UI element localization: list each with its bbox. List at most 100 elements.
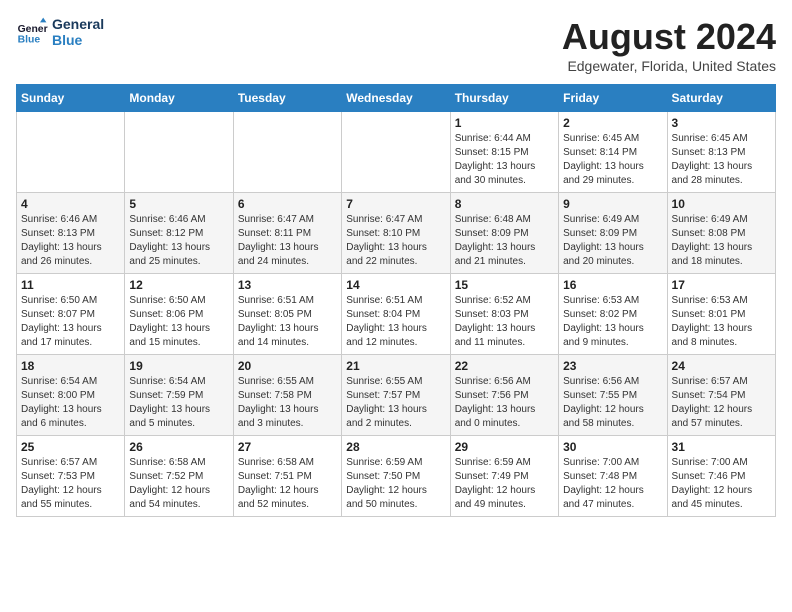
day-info: Sunrise: 6:49 AM Sunset: 8:08 PM Dayligh… [672, 213, 771, 269]
day-number: 19 [129, 359, 228, 373]
calendar-cell: 1 Sunrise: 6:44 AM Sunset: 8:15 PM Daylig… [450, 112, 558, 193]
calendar-cell [17, 112, 125, 193]
day-number: 14 [346, 278, 445, 292]
day-number: 11 [21, 278, 120, 292]
calendar-cell: 2Sunrise: 6:45 AM Sunset: 8:14 PM Daylig… [559, 112, 667, 193]
location: Edgewater, Florida, United States [562, 58, 776, 74]
calendar-cell: 5 Sunrise: 6:46 AM Sunset: 8:12 PM Daylig… [125, 193, 233, 274]
calendar-cell: 26 Sunrise: 6:58 AM Sunset: 7:52 PM Dayli… [125, 436, 233, 517]
weekday-header: Tuesday [233, 85, 341, 112]
day-number: 1 [455, 116, 554, 130]
day-info: Sunrise: 6:58 AM Sunset: 7:52 PM Dayligh… [129, 456, 228, 512]
weekday-header: Saturday [667, 85, 775, 112]
day-number: 9 [563, 197, 662, 211]
day-number: 25 [21, 440, 120, 454]
calendar-cell: 4Sunrise: 6:46 AM Sunset: 8:13 PM Daylig… [17, 193, 125, 274]
day-number: 30 [563, 440, 662, 454]
day-info: Sunrise: 6:51 AM Sunset: 8:05 PM Dayligh… [238, 294, 337, 350]
day-number: 31 [672, 440, 771, 454]
day-info: Sunrise: 6:54 AM Sunset: 8:00 PM Dayligh… [21, 375, 120, 431]
day-number: 2 [563, 116, 662, 130]
day-info: Sunrise: 6:56 AM Sunset: 7:55 PM Dayligh… [563, 375, 662, 431]
calendar-cell [342, 112, 450, 193]
calendar-cell: 21 Sunrise: 6:55 AM Sunset: 7:57 PM Dayli… [342, 355, 450, 436]
day-number: 20 [238, 359, 337, 373]
calendar-cell: 6 Sunrise: 6:47 AM Sunset: 8:11 PM Daylig… [233, 193, 341, 274]
title-block: August 2024 Edgewater, Florida, United S… [562, 16, 776, 74]
day-info: Sunrise: 6:54 AM Sunset: 7:59 PM Dayligh… [129, 375, 228, 431]
day-info: Sunrise: 6:49 AM Sunset: 8:09 PM Dayligh… [563, 213, 662, 269]
day-info: Sunrise: 6:45 AM Sunset: 8:13 PM Dayligh… [672, 132, 771, 188]
calendar-cell: 22 Sunrise: 6:56 AM Sunset: 7:56 PM Dayli… [450, 355, 558, 436]
day-number: 3 [672, 116, 771, 130]
day-info: Sunrise: 6:50 AM Sunset: 8:06 PM Dayligh… [129, 294, 228, 350]
day-number: 16 [563, 278, 662, 292]
calendar-week-row: 4Sunrise: 6:46 AM Sunset: 8:13 PM Daylig… [17, 193, 776, 274]
day-info: Sunrise: 6:56 AM Sunset: 7:56 PM Dayligh… [455, 375, 554, 431]
day-number: 17 [672, 278, 771, 292]
day-number: 6 [238, 197, 337, 211]
calendar-cell [233, 112, 341, 193]
calendar-cell: 31 Sunrise: 7:00 AM Sunset: 7:46 PM Dayli… [667, 436, 775, 517]
weekday-header: Monday [125, 85, 233, 112]
calendar-cell: 11 Sunrise: 6:50 AM Sunset: 8:07 PM Dayli… [17, 274, 125, 355]
calendar-cell: 10Sunrise: 6:49 AM Sunset: 8:08 PM Dayli… [667, 193, 775, 274]
day-number: 7 [346, 197, 445, 211]
day-number: 15 [455, 278, 554, 292]
day-number: 27 [238, 440, 337, 454]
day-number: 26 [129, 440, 228, 454]
day-number: 22 [455, 359, 554, 373]
day-info: Sunrise: 6:46 AM Sunset: 8:12 PM Dayligh… [129, 213, 228, 269]
day-info: Sunrise: 7:00 AM Sunset: 7:46 PM Dayligh… [672, 456, 771, 512]
day-info: Sunrise: 6:58 AM Sunset: 7:51 PM Dayligh… [238, 456, 337, 512]
day-number: 21 [346, 359, 445, 373]
weekday-header-row: SundayMondayTuesdayWednesdayThursdayFrid… [17, 85, 776, 112]
calendar-week-row: 1 Sunrise: 6:44 AM Sunset: 8:15 PM Daylig… [17, 112, 776, 193]
calendar-cell: 14 Sunrise: 6:51 AM Sunset: 8:04 PM Dayli… [342, 274, 450, 355]
calendar-cell: 9 Sunrise: 6:49 AM Sunset: 8:09 PM Daylig… [559, 193, 667, 274]
day-info: Sunrise: 6:52 AM Sunset: 8:03 PM Dayligh… [455, 294, 554, 350]
day-info: Sunrise: 6:57 AM Sunset: 7:53 PM Dayligh… [21, 456, 120, 512]
calendar-cell: 29Sunrise: 6:59 AM Sunset: 7:49 PM Dayli… [450, 436, 558, 517]
calendar-cell: 18 Sunrise: 6:54 AM Sunset: 8:00 PM Dayli… [17, 355, 125, 436]
day-info: Sunrise: 6:47 AM Sunset: 8:11 PM Dayligh… [238, 213, 337, 269]
calendar-cell: 17 Sunrise: 6:53 AM Sunset: 8:01 PM Dayli… [667, 274, 775, 355]
day-info: Sunrise: 6:51 AM Sunset: 8:04 PM Dayligh… [346, 294, 445, 350]
day-info: Sunrise: 6:53 AM Sunset: 8:02 PM Dayligh… [563, 294, 662, 350]
calendar-cell: 16 Sunrise: 6:53 AM Sunset: 8:02 PM Dayli… [559, 274, 667, 355]
day-info: Sunrise: 6:44 AM Sunset: 8:15 PM Dayligh… [455, 132, 554, 188]
calendar-cell: 30Sunrise: 7:00 AM Sunset: 7:48 PM Dayli… [559, 436, 667, 517]
weekday-header: Wednesday [342, 85, 450, 112]
calendar-week-row: 11 Sunrise: 6:50 AM Sunset: 8:07 PM Dayli… [17, 274, 776, 355]
day-number: 29 [455, 440, 554, 454]
calendar-cell: 12 Sunrise: 6:50 AM Sunset: 8:06 PM Dayli… [125, 274, 233, 355]
calendar-week-row: 18 Sunrise: 6:54 AM Sunset: 8:00 PM Dayli… [17, 355, 776, 436]
day-info: Sunrise: 6:57 AM Sunset: 7:54 PM Dayligh… [672, 375, 771, 431]
day-number: 24 [672, 359, 771, 373]
calendar-cell: 27 Sunrise: 6:58 AM Sunset: 7:51 PM Dayli… [233, 436, 341, 517]
day-number: 18 [21, 359, 120, 373]
day-info: Sunrise: 6:55 AM Sunset: 7:58 PM Dayligh… [238, 375, 337, 431]
calendar-cell: 28Sunrise: 6:59 AM Sunset: 7:50 PM Dayli… [342, 436, 450, 517]
calendar-cell: 19 Sunrise: 6:54 AM Sunset: 7:59 PM Dayli… [125, 355, 233, 436]
day-info: Sunrise: 6:55 AM Sunset: 7:57 PM Dayligh… [346, 375, 445, 431]
day-number: 12 [129, 278, 228, 292]
svg-text:General: General [18, 24, 48, 35]
calendar-week-row: 25 Sunrise: 6:57 AM Sunset: 7:53 PM Dayli… [17, 436, 776, 517]
calendar-cell: 13Sunrise: 6:51 AM Sunset: 8:05 PM Dayli… [233, 274, 341, 355]
weekday-header: Friday [559, 85, 667, 112]
weekday-header: Thursday [450, 85, 558, 112]
day-number: 8 [455, 197, 554, 211]
day-number: 4 [21, 197, 120, 211]
month-title: August 2024 [562, 16, 776, 58]
calendar-cell [125, 112, 233, 193]
weekday-header: Sunday [17, 85, 125, 112]
page-header: General Blue General Blue August 2024 Ed… [16, 16, 776, 74]
day-info: Sunrise: 6:53 AM Sunset: 8:01 PM Dayligh… [672, 294, 771, 350]
day-info: Sunrise: 6:48 AM Sunset: 8:09 PM Dayligh… [455, 213, 554, 269]
day-number: 5 [129, 197, 228, 211]
day-number: 23 [563, 359, 662, 373]
day-info: Sunrise: 6:50 AM Sunset: 8:07 PM Dayligh… [21, 294, 120, 350]
calendar-cell: 7Sunrise: 6:47 AM Sunset: 8:10 PM Daylig… [342, 193, 450, 274]
calendar-cell: 3 Sunrise: 6:45 AM Sunset: 8:13 PM Daylig… [667, 112, 775, 193]
